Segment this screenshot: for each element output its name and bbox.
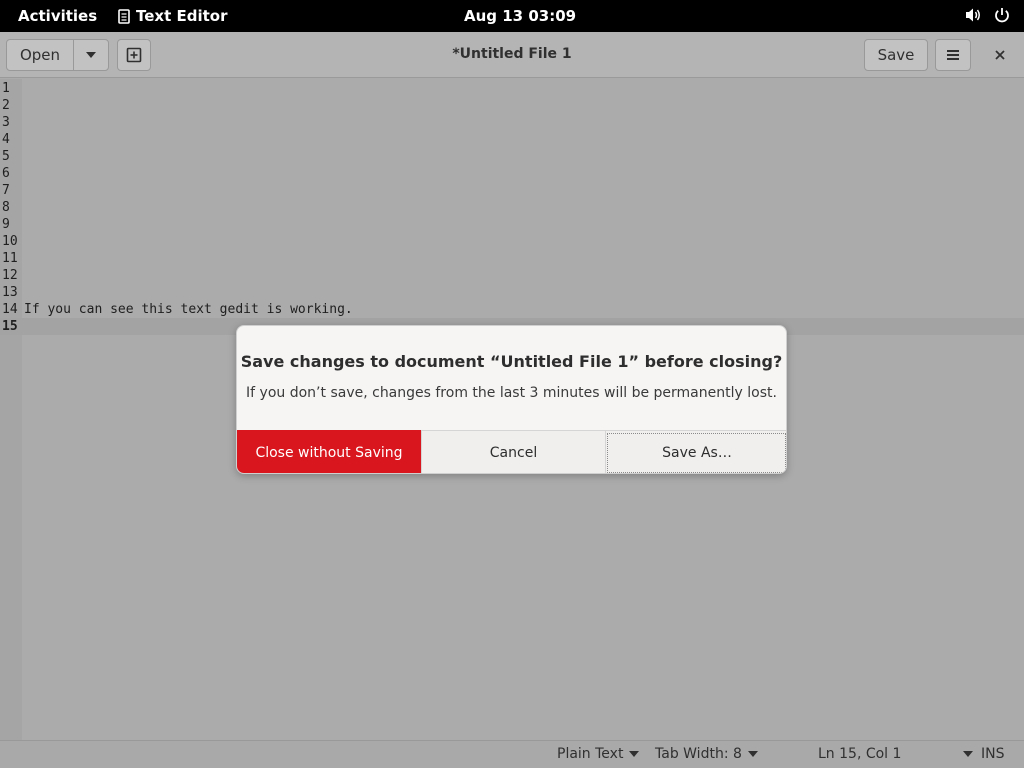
cursor-position-label: Ln 15, Col 1 — [818, 746, 902, 762]
app-menu[interactable]: Text Editor — [118, 7, 227, 25]
tab-width-selector[interactable]: Tab Width: 8 — [655, 746, 758, 762]
insert-mode-indicator: INS — [981, 746, 1005, 762]
save-button[interactable]: Save — [864, 39, 928, 71]
editor-line[interactable]: 5 — [0, 148, 1024, 165]
editor-line[interactable]: 8 — [0, 199, 1024, 216]
line-number: 2 — [2, 98, 10, 113]
line-number: 14 — [2, 302, 18, 317]
editor-line[interactable]: 12 — [0, 267, 1024, 284]
cursor-position-selector[interactable]: Ln 15, Col 1 — [818, 746, 974, 762]
save-label: Save — [877, 46, 915, 64]
language-label: Plain Text — [557, 746, 624, 762]
line-number: 4 — [2, 132, 10, 147]
top-bar: Activities Text Editor Aug 13 03:09 — [0, 0, 1024, 32]
chevron-down-icon — [747, 751, 758, 757]
chevron-down-icon — [963, 751, 974, 757]
cancel-button[interactable]: Cancel — [421, 430, 605, 473]
close-icon — [995, 50, 1005, 60]
line-number: 8 — [2, 200, 10, 215]
main-menu-button[interactable] — [935, 39, 971, 71]
line-text: If you can see this text gedit is workin… — [24, 302, 353, 317]
header-bar: Open *Untitled File 1 Save — [0, 32, 1024, 78]
save-changes-dialog: Save changes to document “Untitled File … — [236, 325, 787, 474]
activities-button[interactable]: Activities — [18, 7, 97, 25]
close-without-saving-button[interactable]: Close without Saving — [237, 430, 421, 473]
editor-line[interactable]: 2 — [0, 97, 1024, 114]
editor-line[interactable]: 9 — [0, 216, 1024, 233]
language-selector[interactable]: Plain Text — [557, 746, 640, 762]
line-number: 12 — [2, 268, 18, 283]
save-as-button[interactable]: Save As… — [605, 430, 786, 473]
line-number: 10 — [2, 234, 18, 249]
editor-line[interactable]: 14 If you can see this text gedit is work… — [0, 301, 1024, 318]
window-close-button[interactable] — [986, 44, 1014, 66]
editor-line[interactable]: 7 — [0, 182, 1024, 199]
line-number: 5 — [2, 149, 10, 164]
status-bar: Plain Text Tab Width: 8 Ln 15, Col 1 INS — [0, 740, 1024, 768]
editor-line[interactable]: 1 — [0, 80, 1024, 97]
line-number: 1 — [2, 81, 10, 96]
editor-line[interactable]: 11 — [0, 250, 1024, 267]
line-number: 15 — [2, 319, 18, 334]
hamburger-menu-icon — [947, 50, 959, 60]
line-number: 6 — [2, 166, 10, 181]
line-number: 7 — [2, 183, 10, 198]
system-menu[interactable] — [965, 7, 1010, 23]
app-name: Text Editor — [136, 7, 228, 25]
editor-line[interactable]: 3 — [0, 114, 1024, 131]
line-number: 11 — [2, 251, 18, 266]
line-number: 3 — [2, 115, 10, 130]
text-editor-icon — [118, 8, 130, 24]
power-icon — [995, 8, 1009, 23]
editor-line[interactable]: 4 — [0, 131, 1024, 148]
volume-icon — [966, 8, 980, 22]
dialog-body: If you don’t save, changes from the last… — [246, 385, 777, 401]
line-number: 13 — [2, 285, 18, 300]
insert-mode-label: INS — [981, 746, 1005, 762]
editor-line[interactable]: 10 — [0, 233, 1024, 250]
cancel-label: Cancel — [489, 445, 538, 461]
focus-ring — [607, 433, 786, 473]
clock[interactable]: Aug 13 03:09 — [464, 7, 576, 25]
line-number: 9 — [2, 217, 10, 232]
dialog-heading: Save changes to document “Untitled File … — [240, 352, 783, 371]
editor-line[interactable]: 13 — [0, 284, 1024, 301]
tab-width-label: Tab Width: 8 — [655, 746, 742, 762]
close-without-saving-label: Close without Saving — [255, 444, 403, 461]
editor-line[interactable]: 6 — [0, 165, 1024, 182]
chevron-down-icon — [629, 751, 640, 757]
